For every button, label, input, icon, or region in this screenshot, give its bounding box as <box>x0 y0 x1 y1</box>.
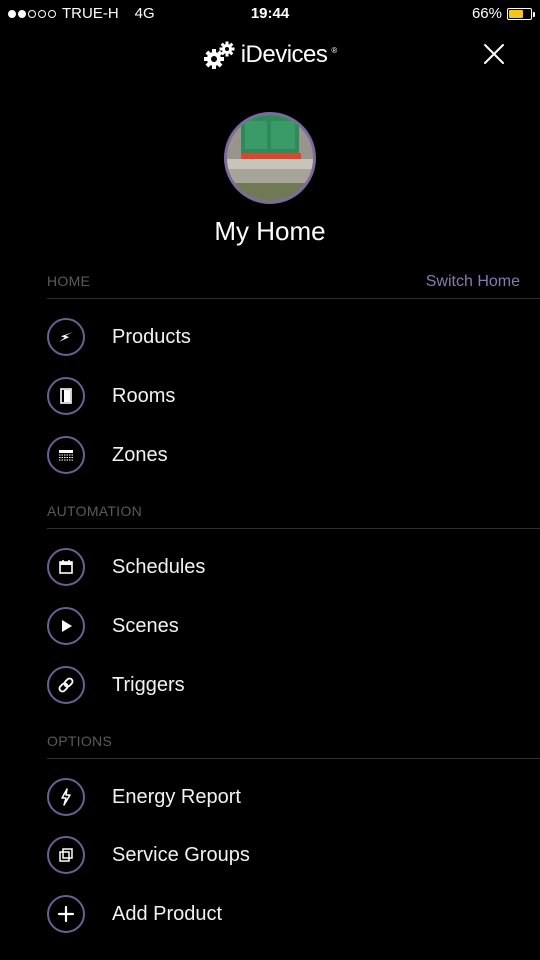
status-bar: TRUE-H 4G 19:44 66% <box>0 0 540 28</box>
menu-item-rooms[interactable]: Rooms <box>47 372 517 420</box>
menu-item-label: Zones <box>112 443 168 466</box>
menu-item-triggers[interactable]: Triggers <box>47 661 517 709</box>
calendar-icon <box>47 548 85 586</box>
menu-item-label: Add Product <box>112 902 223 925</box>
section-header-options: OPTIONS <box>47 733 113 749</box>
bolt-icon <box>47 318 85 356</box>
menu-item-label: Products <box>112 325 191 348</box>
status-bar-right: 66% <box>471 5 535 22</box>
groups-icon <box>47 836 85 874</box>
menu-item-label: Rooms <box>112 384 176 407</box>
menu-item-schedules[interactable]: Schedules <box>47 543 517 591</box>
menu-item-service-groups[interactable]: Service Groups <box>47 831 517 879</box>
close-button[interactable] <box>482 42 506 66</box>
menu-item-label: Energy Report <box>112 785 241 808</box>
close-icon <box>484 44 504 64</box>
menu-item-label: Service Groups <box>112 843 250 866</box>
door-icon <box>47 377 85 415</box>
menu-item-label: Scenes <box>112 614 179 637</box>
home-avatar[interactable] <box>224 112 316 204</box>
battery-icon <box>507 7 535 20</box>
home-photo <box>227 115 313 201</box>
brand-registered-mark: ® <box>331 46 338 55</box>
divider <box>47 528 540 529</box>
menu-item-products[interactable]: Products <box>47 313 517 361</box>
section-header-automation: AUTOMATION <box>47 503 143 519</box>
divider <box>47 758 540 759</box>
battery-percentage: 66% <box>471 5 502 22</box>
menu-item-label: Triggers <box>112 673 185 696</box>
zone-icon <box>47 436 85 474</box>
link-icon <box>47 666 85 704</box>
divider <box>47 298 540 299</box>
gears-icon <box>203 41 235 69</box>
menu-item-scenes[interactable]: Scenes <box>47 602 517 650</box>
menu-item-add-product[interactable]: Add Product <box>47 890 517 938</box>
plus-icon <box>47 895 85 933</box>
menu-item-label: Schedules <box>112 555 206 578</box>
play-icon <box>47 607 85 645</box>
switch-home-button[interactable]: Switch Home <box>426 273 520 291</box>
menu-item-zones[interactable]: Zones <box>47 431 517 479</box>
menu-item-energy-report[interactable]: Energy Report <box>47 773 517 821</box>
energy-icon <box>47 778 85 816</box>
home-name: My Home <box>214 216 326 246</box>
status-time: 19:44 <box>250 5 290 22</box>
brand-name: iDevices <box>240 41 328 68</box>
brand-logo: iDevices ® <box>0 40 540 70</box>
